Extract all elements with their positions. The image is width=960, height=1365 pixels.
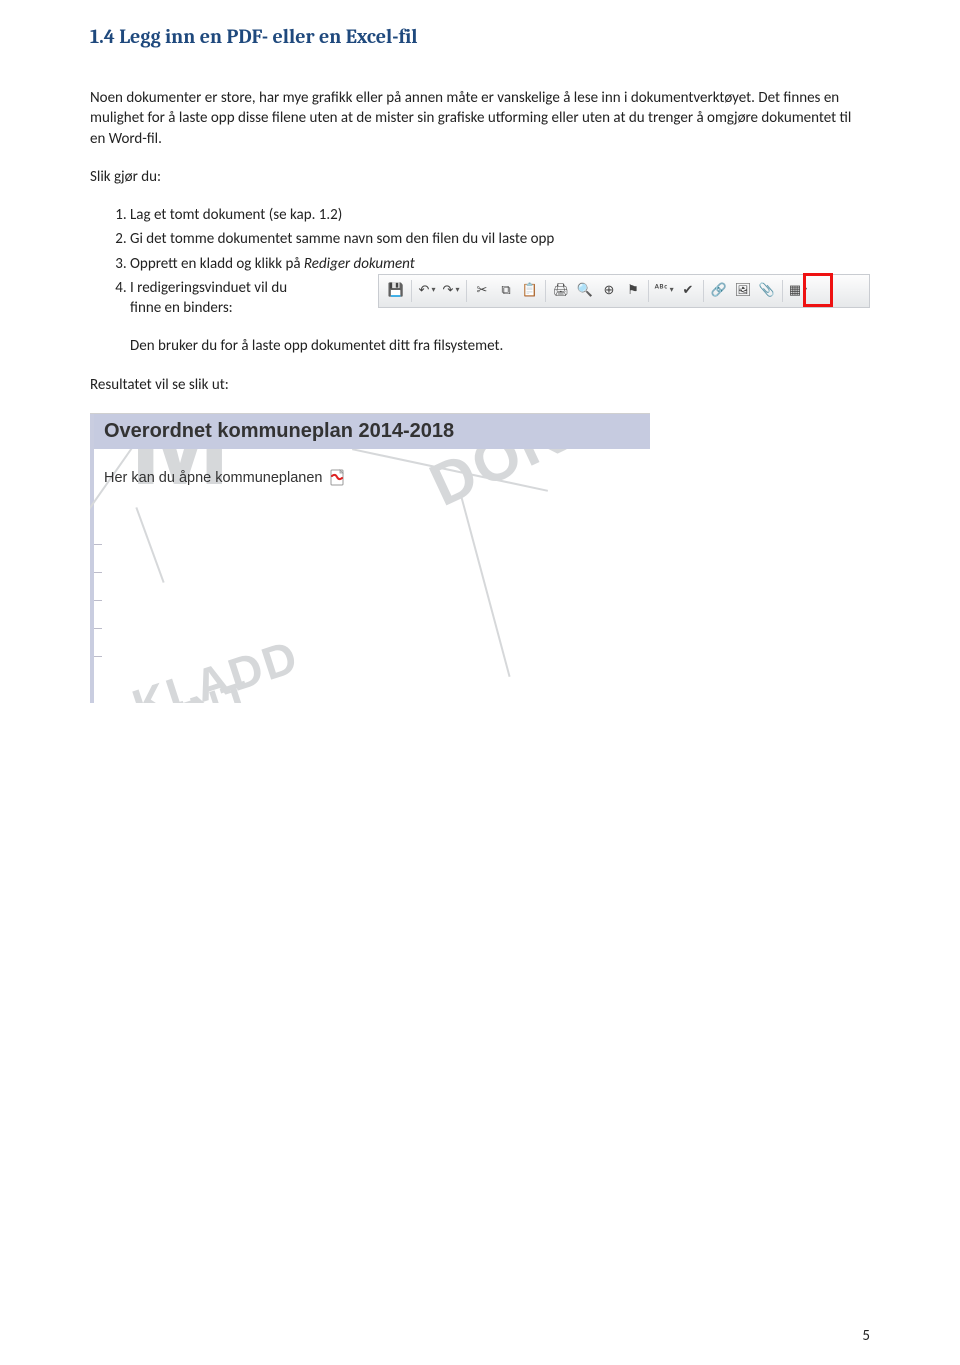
result-body-text: Her kan du åpne kommuneplanen xyxy=(104,470,322,486)
step-4-line1: I redigeringsvinduet vil du xyxy=(130,279,287,297)
result-body: Her kan du åpne kommuneplanen xyxy=(90,449,650,497)
redo-icon[interactable]: ↷ xyxy=(440,280,462,302)
separator xyxy=(466,280,467,302)
paste-icon[interactable]: 📋 xyxy=(519,280,541,302)
undo-icon[interactable]: ↶ xyxy=(416,280,438,302)
cut-icon[interactable]: ✂ xyxy=(471,280,493,302)
pdf-icon[interactable] xyxy=(329,469,347,487)
result-title: Overordnet kommuneplan 2014-2018 xyxy=(94,414,650,449)
left-ticks xyxy=(90,544,102,703)
step-3-text: Opprett en kladd og klikk på xyxy=(130,255,304,273)
attach-icon[interactable]: 📎 xyxy=(756,280,778,302)
copy-icon[interactable]: ⧉ xyxy=(495,280,517,302)
step-list: Lag et tomt dokument (se kap. 1.2) Gi de… xyxy=(90,205,870,318)
image-icon[interactable]: 🖼 xyxy=(732,280,754,302)
step-4: I redigeringsvinduet vil du finne en bin… xyxy=(130,278,870,319)
watermark-kladd: KLADD xyxy=(126,629,305,703)
step-4-line2: finne en binders: xyxy=(130,299,233,317)
intro-paragraph: Noen dokumenter er store, har mye grafik… xyxy=(90,88,870,149)
step-2: Gi det tomme dokumentet samme navn som d… xyxy=(130,229,870,249)
print-icon[interactable]: 🖨 xyxy=(550,280,572,302)
step-3: Opprett en kladd og klikk på Rediger dok… xyxy=(130,254,870,274)
howto-label: Slik gjør du: xyxy=(90,167,870,187)
result-label: Resultatet vil se slik ut: xyxy=(90,375,870,395)
find-icon[interactable]: 🔍 xyxy=(574,280,596,302)
check-icon[interactable]: ✔ xyxy=(677,280,699,302)
zoom-icon[interactable]: ⊕ xyxy=(598,280,620,302)
watermark-ent: ENT xyxy=(155,671,260,702)
step-1: Lag et tomt dokument (se kap. 1.2) xyxy=(130,205,870,225)
link-icon[interactable]: 🔗 xyxy=(708,280,730,302)
editor-toolbar: 💾 ↶ ↷ ✂ ⧉ 📋 🖨 🔍 ⊕ ⚑ ᴬᴮᶜ ✔ 🔗 🖼 📎 xyxy=(378,274,870,308)
explain-paragraph: Den bruker du for å laste opp dokumentet… xyxy=(130,336,870,356)
separator xyxy=(703,280,704,302)
separator xyxy=(411,280,412,302)
highlight-box xyxy=(803,273,833,307)
spellcheck-icon[interactable]: ᴬᴮᶜ xyxy=(653,280,675,302)
flag-icon[interactable]: ⚑ xyxy=(622,280,644,302)
save-icon[interactable]: 💾 xyxy=(385,280,407,302)
separator xyxy=(782,280,783,302)
result-screenshot: M DOKUM Overordnet kommuneplan 2014-2018… xyxy=(90,413,650,703)
separator xyxy=(545,280,546,302)
step-3-em: Rediger dokument xyxy=(304,255,415,273)
watermark-line xyxy=(135,507,164,583)
section-heading: 1.4 Legg inn en PDF- eller en Excel-fil xyxy=(90,25,870,48)
page-number: 5 xyxy=(862,1327,870,1345)
separator xyxy=(648,280,649,302)
watermark-line xyxy=(459,493,510,677)
